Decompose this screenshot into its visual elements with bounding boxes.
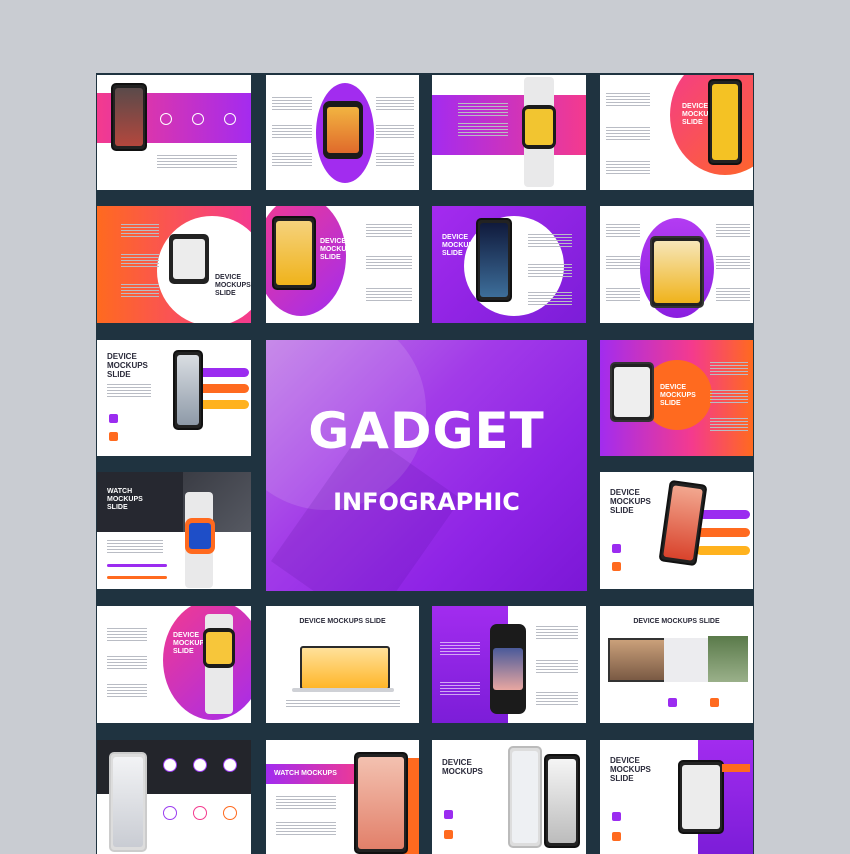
title-slide[interactable]: GADGET INFOGRAPHIC xyxy=(266,340,587,591)
smartphone-icon xyxy=(111,83,147,151)
slide-thumbnail[interactable]: DEVICE MOCKUPS xyxy=(432,740,586,854)
slide-thumbnail[interactable] xyxy=(432,75,586,190)
slide-thumbnail[interactable]: DEVICE MOCKUPS SLIDE xyxy=(600,75,753,190)
smartphone-icon xyxy=(708,79,742,165)
smartwatch-icon xyxy=(490,624,526,714)
tablet-icon xyxy=(272,216,316,290)
slide-thumbnail[interactable] xyxy=(600,206,753,323)
tablet-icon xyxy=(678,760,724,834)
hero-subtitle: INFOGRAPHIC xyxy=(333,488,520,516)
smartwatch-icon xyxy=(185,518,215,554)
slide-thumbnail[interactable]: WATCH MOCKUPS xyxy=(266,740,419,854)
smartphone-icon xyxy=(476,218,512,302)
slide-thumbnail[interactable]: DEVICE MOCKUPS SLIDE xyxy=(432,206,586,323)
slide-thumbnail[interactable]: DEVICE MOCKUPS SLIDE xyxy=(266,606,419,723)
smartphone-icon xyxy=(508,746,542,848)
slide-thumbnail[interactable]: DEVICE MOCKUPS SLIDE xyxy=(97,606,251,723)
slide-thumbnail[interactable]: DEVICE MOCKUPS SLIDE xyxy=(97,206,251,323)
slide-thumbnail[interactable] xyxy=(432,606,586,723)
tablet-icon xyxy=(650,236,704,308)
slide-thumbnail[interactable]: DEVICE MOCKUPS SLIDE xyxy=(97,340,251,456)
tablet-icon xyxy=(354,752,408,854)
slide-thumbnail[interactable] xyxy=(266,75,419,190)
slide-thumbnail[interactable] xyxy=(97,75,251,190)
slide-thumbnail[interactable]: DEVICE MOCKUPS SLIDE xyxy=(600,740,753,854)
slide-thumbnail[interactable]: WATCH MOCKUPS SLIDE xyxy=(97,472,251,589)
smartwatch-icon xyxy=(323,101,363,159)
hero-title: GADGET xyxy=(308,402,545,460)
tablet-icon xyxy=(610,362,654,422)
slide-thumbnail[interactable]: DEVICE MOCKUPS SLIDE xyxy=(600,340,753,456)
slide-thumbnail[interactable]: DEVICE MOCKUPS SLIDE xyxy=(600,472,753,589)
smartphone-icon xyxy=(109,752,147,852)
slide-thumbnail[interactable]: DEVICE MOCKUPS SLIDE xyxy=(600,606,753,723)
monitor-icon xyxy=(608,638,668,682)
smartphone-icon xyxy=(173,350,203,430)
slide-thumbnail[interactable] xyxy=(97,740,251,854)
tablet-icon xyxy=(169,234,209,284)
smartwatch-icon xyxy=(203,628,235,668)
slide-thumbnail[interactable]: DEVICE MOCKUPS SLIDE xyxy=(266,206,419,323)
smartphone-icon xyxy=(544,754,580,848)
laptop-icon xyxy=(300,646,390,690)
smartwatch-icon xyxy=(522,105,556,149)
